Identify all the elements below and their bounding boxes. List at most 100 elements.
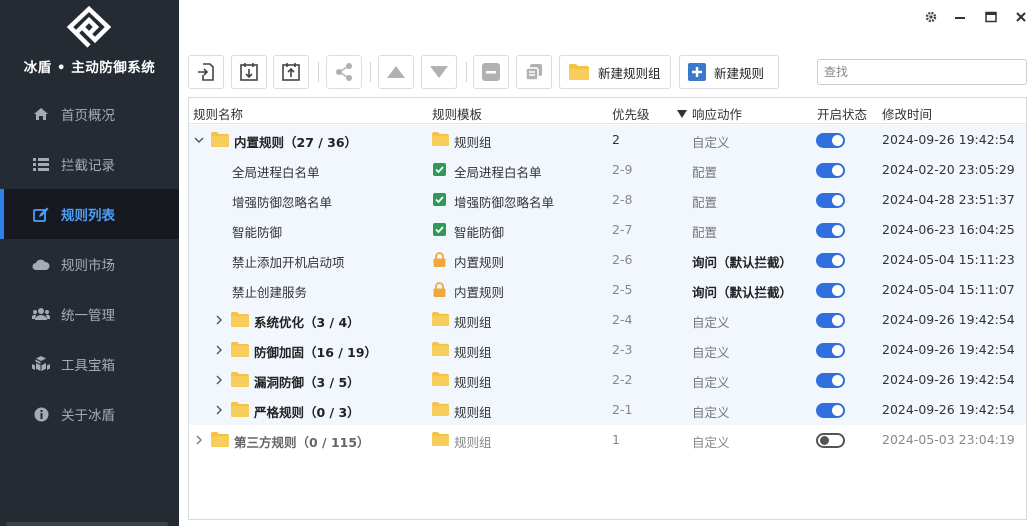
- maximize-button[interactable]: [982, 8, 1000, 26]
- rule-name: 全局进程白名单: [232, 165, 320, 180]
- nav-item-label: 工具宝箱: [61, 358, 115, 374]
- column-header-modified[interactable]: 修改时间: [882, 104, 932, 123]
- table-row-group[interactable]: 内置规则（27 / 36） 规则组 2 自定义 2024-09-26 19:42…: [189, 125, 1026, 155]
- rule-template: 内置规则: [454, 285, 505, 300]
- minimize-button[interactable]: [951, 8, 969, 26]
- column-header-priority[interactable]: 优先级: [612, 104, 650, 123]
- rule-priority: 2-9: [612, 162, 633, 177]
- enable-toggle[interactable]: [816, 223, 845, 238]
- import-button[interactable]: [188, 55, 224, 89]
- column-header-template[interactable]: 规则模板: [432, 104, 482, 123]
- rule-priority: 2-2: [612, 372, 633, 387]
- table-row[interactable]: 增强防御忽略名单 增强防御忽略名单 2-8 配置 2024-04-28 23:5…: [189, 185, 1026, 215]
- chevron-right-icon[interactable]: [213, 404, 225, 416]
- enable-toggle[interactable]: [816, 433, 845, 448]
- nav-item-home[interactable]: 首页概况: [0, 89, 179, 139]
- maximize-icon: [985, 11, 997, 23]
- enable-toggle[interactable]: [816, 403, 845, 418]
- move-down-button[interactable]: [421, 55, 457, 89]
- search-input[interactable]: [817, 59, 1027, 85]
- table-row[interactable]: 全局进程白名单 全局进程白名单 2-9 配置 2024-02-20 23:05:…: [189, 155, 1026, 185]
- close-button[interactable]: [1012, 8, 1030, 26]
- chevron-down-icon[interactable]: [193, 134, 205, 146]
- folder-icon: [432, 372, 449, 389]
- enable-toggle[interactable]: [816, 133, 845, 148]
- table-row-group[interactable]: 系统优化（3 / 4） 规则组 2-4 自定义 2024-09-26 19:42…: [189, 305, 1026, 335]
- rule-priority: 2-8: [612, 192, 633, 207]
- nav-item-market[interactable]: 规则市场: [0, 239, 179, 289]
- chevron-right-icon[interactable]: [213, 314, 225, 326]
- chevron-right-icon[interactable]: [213, 374, 225, 386]
- enable-toggle[interactable]: [816, 373, 845, 388]
- rule-modified: 2024-04-28 23:51:37: [882, 192, 1015, 207]
- folder-icon: [231, 402, 249, 420]
- check-icon: [433, 163, 446, 179]
- table-row[interactable]: 智能防御 智能防御 2-7 配置 2024-06-23 16:04:25: [189, 215, 1026, 245]
- nav-item-unified[interactable]: 统一管理: [0, 289, 179, 339]
- rule-action: 自定义: [692, 135, 730, 150]
- rule-modified: 2024-02-20 23:05:29: [882, 162, 1015, 177]
- nav-item-records[interactable]: 拦截记录: [0, 139, 179, 189]
- table-row[interactable]: 禁止创建服务 内置规则 2-5 询问（默认拦截） 2024-05-04 15:1…: [189, 275, 1026, 305]
- table-row-group[interactable]: 漏洞防御（3 / 5） 规则组 2-2 自定义 2024-09-26 19:42…: [189, 365, 1026, 395]
- column-header-enabled[interactable]: 开启状态: [817, 104, 867, 123]
- nav-item-toolbox[interactable]: 工具宝箱: [0, 339, 179, 389]
- toolbar-divider: [466, 62, 467, 82]
- column-header-action[interactable]: 响应动作: [692, 104, 742, 123]
- rule-template: 规则组: [454, 345, 492, 360]
- lock-icon: [433, 252, 446, 270]
- new-rule-button[interactable]: 新建规则: [679, 55, 779, 89]
- enable-toggle[interactable]: [816, 193, 845, 208]
- rule-action: 配置: [692, 165, 718, 180]
- table-row-group[interactable]: 防御加固（16 / 19） 规则组 2-3 自定义 2024-09-26 19:…: [189, 335, 1026, 365]
- rule-modified: 2024-05-04 15:11:23: [882, 252, 1015, 267]
- settings-button[interactable]: [922, 8, 940, 26]
- rule-name: 第三方规则（0 / 115）: [234, 435, 370, 450]
- import-file-icon: [198, 63, 214, 81]
- enable-toggle[interactable]: [816, 163, 845, 178]
- rule-action: 询问（默认拦截）: [692, 255, 793, 270]
- rule-priority: 2-4: [612, 312, 633, 327]
- rule-priority: 2: [612, 132, 620, 147]
- rule-priority: 2-6: [612, 252, 633, 267]
- delete-button[interactable]: [473, 55, 509, 89]
- table-row-group[interactable]: 严格规则（0 / 3） 规则组 2-1 自定义 2024-09-26 19:42…: [189, 395, 1026, 425]
- rule-priority: 2-5: [612, 282, 633, 297]
- rule-modified: 2024-09-26 19:42:54: [882, 312, 1015, 327]
- enable-toggle[interactable]: [816, 253, 845, 268]
- enable-toggle[interactable]: [816, 313, 845, 328]
- folder-icon: [432, 432, 449, 449]
- rule-template: 规则组: [454, 405, 492, 420]
- chevron-right-icon[interactable]: [213, 344, 225, 356]
- nav-item-about[interactable]: 关于冰盾: [0, 389, 179, 439]
- rule-name: 禁止创建服务: [232, 285, 308, 300]
- nav-item-rules[interactable]: 规则列表: [0, 189, 179, 239]
- edit-icon: [32, 205, 50, 223]
- export-up-button[interactable]: [273, 55, 309, 89]
- nav-item-label: 规则列表: [61, 208, 115, 224]
- folder-icon: [432, 312, 449, 329]
- cloud-icon: [32, 255, 50, 273]
- rule-modified: 2024-09-26 19:42:54: [882, 402, 1015, 417]
- share-button[interactable]: [326, 55, 362, 89]
- enable-toggle[interactable]: [816, 343, 845, 358]
- gear-icon: [925, 11, 937, 23]
- toolbar-divider: [370, 62, 371, 82]
- lock-icon: [433, 282, 446, 300]
- column-header-name[interactable]: 规则名称: [193, 104, 243, 123]
- table-row-group[interactable]: 第三方规则（0 / 115） 规则组 1 自定义 2024-05-03 23:0…: [189, 425, 1026, 455]
- new-group-button[interactable]: 新建规则组: [559, 55, 671, 89]
- nav-item-label: 拦截记录: [61, 158, 115, 174]
- chevron-right-icon[interactable]: [193, 434, 205, 446]
- rule-modified: 2024-05-04 15:11:07: [882, 282, 1015, 297]
- export-down-button[interactable]: [231, 55, 267, 89]
- nav-menu: 首页概况 拦截记录 规则列表 规则市场 统一管理 工具宝箱 关于冰盾: [0, 89, 179, 439]
- copy-icon: [525, 64, 542, 81]
- table-row[interactable]: 禁止添加开机启动项 内置规则 2-6 询问（默认拦截） 2024-05-04 1…: [189, 245, 1026, 275]
- calendar-upload-icon: [282, 63, 300, 81]
- copy-button[interactable]: [516, 55, 552, 89]
- rule-template: 规则组: [454, 435, 492, 450]
- enable-toggle[interactable]: [816, 283, 845, 298]
- move-up-button[interactable]: [378, 55, 414, 89]
- rule-name: 内置规则（27 / 36）: [234, 135, 358, 150]
